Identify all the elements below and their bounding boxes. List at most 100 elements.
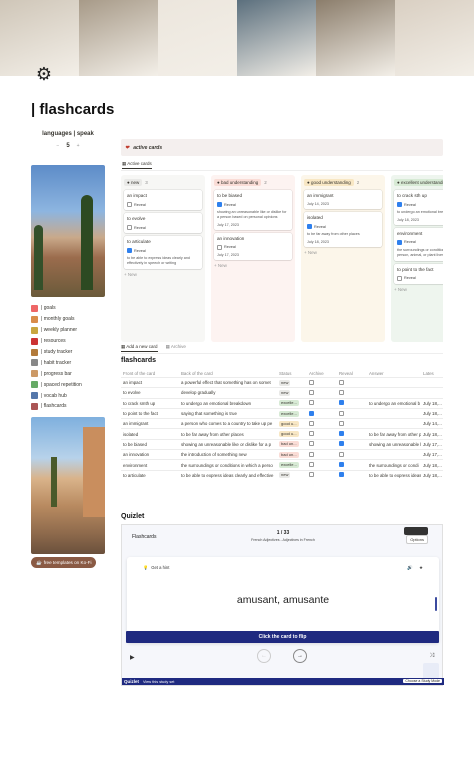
archive-checkbox[interactable] bbox=[307, 389, 337, 396]
table-row[interactable]: an innovation the introduction of somethi… bbox=[121, 449, 443, 459]
tab-active-cards[interactable]: ▦ Active cards bbox=[122, 161, 152, 169]
flashcard-item[interactable]: to crack sth up Reveal to undergo an emoti… bbox=[394, 190, 443, 225]
status-cell[interactable]: bad un... bbox=[277, 451, 307, 458]
audio-icon[interactable]: 🔊 bbox=[407, 565, 413, 571]
table-row[interactable]: to evolve develop gradually new bbox=[121, 387, 443, 397]
gear-icon[interactable]: ⚙ bbox=[34, 64, 54, 84]
study-mode-select[interactable]: Choose a Study Mode bbox=[403, 679, 442, 683]
column-header[interactable]: Lates bbox=[421, 371, 443, 376]
flashcard-item[interactable]: environment Reveal the surroundings or con… bbox=[394, 227, 443, 261]
flashcard-item[interactable]: an innovation Reveal July 17, 2023 bbox=[214, 232, 292, 260]
sidebar-item[interactable]: | weekly planner bbox=[31, 325, 111, 336]
flashcard-item[interactable]: to articulate Reveal to be able to express… bbox=[124, 236, 202, 269]
status-cell[interactable]: excelle... bbox=[277, 410, 307, 417]
reveal-checkbox[interactable]: Reveal bbox=[217, 202, 289, 207]
kofi-button[interactable]: ☕ free templates on Ko-Fi bbox=[31, 557, 97, 568]
hint-button[interactable]: 💡 Get a hint bbox=[143, 565, 169, 571]
reveal-checkbox[interactable]: Reveal bbox=[217, 244, 289, 250]
reveal-checkbox[interactable] bbox=[337, 451, 367, 458]
reveal-checkbox[interactable] bbox=[337, 462, 367, 468]
reveal-checkbox[interactable] bbox=[337, 379, 367, 386]
sidebar-item[interactable]: | flashcards bbox=[31, 401, 111, 412]
flashcard-item[interactable]: to be biased Reveal showing an unreasonabl… bbox=[214, 190, 292, 230]
flashcard-item[interactable]: isolated Reveal to be far away from other … bbox=[304, 212, 382, 247]
table-row[interactable]: an impact a powerful effect that somethin… bbox=[121, 377, 443, 387]
reveal-checkbox[interactable]: Reveal bbox=[127, 202, 199, 207]
status-cell[interactable]: new bbox=[277, 472, 307, 479]
archive-checkbox[interactable] bbox=[307, 410, 337, 417]
archive-checkbox[interactable] bbox=[307, 400, 337, 406]
table-row[interactable]: to point to the fact saying that somethin… bbox=[121, 407, 443, 418]
reveal-checkbox[interactable] bbox=[337, 420, 367, 427]
next-arrow-icon[interactable]: → bbox=[293, 649, 307, 663]
status-cell[interactable]: new bbox=[277, 379, 307, 386]
decrement-button[interactable]: − bbox=[56, 143, 59, 149]
reveal-checkbox[interactable] bbox=[337, 472, 367, 478]
table-row[interactable]: isolated to be far away from other places… bbox=[121, 428, 443, 438]
archive-checkbox[interactable] bbox=[307, 472, 337, 478]
shuffle-icon[interactable]: ⤨ bbox=[429, 653, 434, 660]
sidebar-item[interactable]: | progress bar bbox=[31, 368, 111, 379]
reveal-checkbox[interactable] bbox=[337, 410, 367, 417]
sidebar-item[interactable]: | resources bbox=[31, 336, 111, 347]
column-header[interactable]: Reveal bbox=[337, 371, 367, 376]
tab-archive[interactable]: ▦ Archive bbox=[166, 344, 186, 352]
reveal-checkbox[interactable]: Reveal bbox=[397, 275, 443, 281]
status-cell[interactable]: new bbox=[277, 389, 307, 396]
table-row[interactable]: environment the surroundings or condition… bbox=[121, 459, 443, 469]
reveal-checkbox[interactable]: Reveal bbox=[397, 202, 443, 207]
status-cell[interactable]: good u... bbox=[277, 431, 307, 438]
flashcard-item[interactable]: to point to the fact Reveal bbox=[394, 263, 443, 284]
sidebar-item[interactable]: | monthly goals bbox=[31, 314, 111, 325]
view-set-link[interactable]: View this study set bbox=[143, 680, 174, 684]
reveal-checkbox[interactable] bbox=[337, 431, 367, 437]
flashcard-item[interactable]: to evolve Reveal bbox=[124, 213, 202, 233]
archive-checkbox[interactable] bbox=[307, 379, 337, 386]
table-row[interactable]: to articulate to be able to express ideas… bbox=[121, 469, 443, 480]
column-header[interactable]: Answer bbox=[367, 371, 421, 376]
sidebar-item[interactable]: | goals bbox=[31, 303, 111, 314]
sidebar-item[interactable]: | habit tracker bbox=[31, 357, 111, 368]
previous-arrow-icon[interactable]: ← bbox=[257, 649, 271, 663]
play-icon[interactable]: ▶ bbox=[130, 654, 135, 661]
status-cell[interactable]: excelle... bbox=[277, 462, 307, 469]
archive-checkbox[interactable] bbox=[307, 441, 337, 447]
reveal-checkbox[interactable]: Reveal bbox=[127, 225, 199, 230]
new-card-button[interactable]: + New bbox=[214, 263, 292, 268]
star-icon[interactable]: ★ bbox=[419, 565, 423, 571]
options-button[interactable]: Options bbox=[406, 535, 428, 544]
sidebar-item[interactable]: | vocab hub bbox=[31, 390, 111, 401]
reveal-checkbox[interactable]: Reveal bbox=[397, 239, 443, 245]
column-header[interactable]: Status bbox=[277, 371, 307, 376]
archive-checkbox[interactable] bbox=[307, 420, 337, 427]
table-row[interactable]: to be biased showing an unreasonable like… bbox=[121, 438, 443, 449]
archive-checkbox[interactable] bbox=[307, 431, 337, 437]
new-card-button[interactable]: + New bbox=[394, 287, 443, 292]
column-header[interactable]: Front of the card bbox=[121, 371, 179, 376]
table-row[interactable]: an immigrant a person who comes to a coun… bbox=[121, 418, 443, 428]
column-header[interactable]: Back of the card bbox=[179, 371, 277, 376]
reveal-checkbox[interactable] bbox=[337, 400, 367, 406]
embed-toolbar[interactable] bbox=[404, 527, 428, 535]
flashcard-item[interactable]: an immigrant July 14, 2023 bbox=[304, 190, 382, 209]
table-row[interactable]: to crack smth up to undergo an emotional … bbox=[121, 397, 443, 408]
increment-button[interactable]: + bbox=[77, 143, 80, 149]
flip-card-button[interactable]: Click the card to flip bbox=[126, 631, 439, 643]
status-cell[interactable]: good u... bbox=[277, 420, 307, 427]
reveal-checkbox[interactable] bbox=[337, 441, 367, 447]
sidebar-item[interactable]: | study tracker bbox=[31, 347, 111, 358]
archive-checkbox[interactable] bbox=[307, 451, 337, 458]
new-card-button[interactable]: + New bbox=[124, 272, 202, 277]
tab-add-card[interactable]: ▦ Add a new card bbox=[121, 344, 158, 352]
reveal-checkbox[interactable]: Reveal bbox=[127, 248, 199, 253]
sidebar-item[interactable]: | spaced repetition bbox=[31, 379, 111, 390]
status-cell[interactable]: excelle... bbox=[277, 400, 307, 407]
scrollbar[interactable] bbox=[435, 597, 437, 611]
quizlet-logo[interactable]: Quizlet bbox=[124, 679, 139, 684]
column-header[interactable]: Archive bbox=[307, 371, 337, 376]
flashcard-item[interactable]: an impact Reveal bbox=[124, 190, 202, 210]
new-card-button[interactable]: + New bbox=[304, 250, 382, 255]
reveal-checkbox[interactable] bbox=[337, 389, 367, 396]
status-cell[interactable]: bad un... bbox=[277, 441, 307, 448]
archive-checkbox[interactable] bbox=[307, 462, 337, 468]
